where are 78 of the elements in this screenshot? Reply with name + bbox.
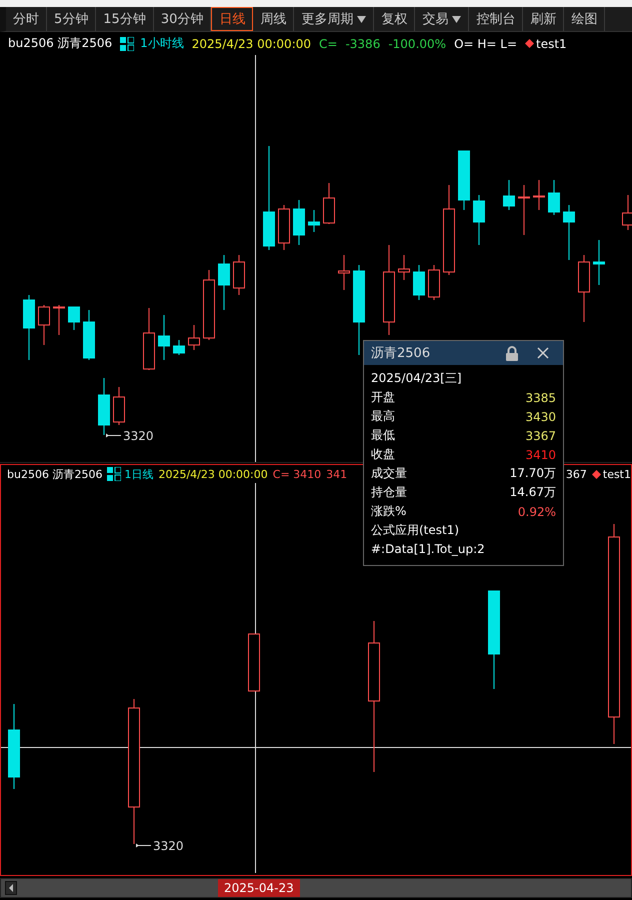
period-label: 1小时线 [140,35,184,52]
field-label: 最高 [371,408,395,425]
candlestick [563,204,575,260]
field-label: 最低 [371,427,395,444]
popup-title: 沥青2506 [371,345,432,362]
candlestick [518,184,530,236]
candlestick [278,204,290,250]
datetime-label: 2025/4/23 00:00:00 [158,468,268,480]
candlestick [98,378,110,436]
field-value: 3385 [525,390,556,404]
field-label: 成交量 [371,465,407,482]
symbol-label: bu2506 沥青2506 [8,35,112,52]
field-value: 3410 [525,448,556,462]
symbol-label: bu2506 沥青2506 [7,466,102,482]
price-label: 3320 [153,839,184,853]
field-value: 17.70万 [510,465,556,482]
candlestick [413,264,425,300]
close-icon[interactable] [537,347,549,359]
leader-line [106,434,122,438]
grid-icon[interactable] [107,467,122,481]
candlestick [68,306,80,330]
candlestick [293,200,305,246]
candlestick [83,310,95,360]
lock-icon[interactable] [505,346,519,360]
close-label: C= [319,36,338,50]
field-value: 0.92% [518,504,556,518]
formula-text: 公式应用(test1) [371,522,460,539]
candlestick [113,386,125,426]
field-value: 3430 [525,410,556,424]
indicator-label: test1 [536,36,567,50]
change-value: 341 [326,468,348,480]
field-value: 3367 [525,428,556,442]
candlestick [53,304,65,336]
candlestick [323,182,335,224]
candlestick [548,180,560,216]
candlestick [158,314,170,360]
field-value: 14.67万 [510,484,556,501]
field-label: 收盘 [371,446,395,463]
candlestick [503,180,515,210]
candlestick [308,210,320,232]
indicator-label: test1 [602,468,631,480]
grid-icon[interactable] [120,36,134,50]
candlestick [143,308,155,370]
candlestick [473,194,485,246]
scrollbar[interactable]: 2025-04-23 [0,878,632,898]
close-value: C= 3410 [272,468,322,480]
field-label: 持仓量 [371,484,407,501]
period-tab[interactable]: 日线 [211,7,254,31]
datetime-label: 2025/4/23 00:00:00 [192,36,312,50]
period-label: 1日线 [124,466,154,482]
candlestick [398,254,410,280]
date-text: 2025/04/23[三] [371,370,463,387]
leader-line [136,844,152,848]
price-label: 3320 [123,429,154,443]
diamond-icon [525,39,534,48]
candlestick [203,270,215,340]
field-label: 开盘 [371,389,395,406]
low-value: 367 [566,468,587,480]
field-label: 涨跌% [371,503,406,520]
date-label: 2025-04-23 [218,879,300,897]
candlestick [338,254,350,290]
candlestick [248,634,260,692]
ohl-label: O= H= L= [454,36,518,50]
close-value: -3386 [345,36,380,50]
candlestick [188,324,200,350]
formula-text: #:Data[1].Tot_up:2 [371,541,486,558]
candlestick [218,254,230,310]
candlestick [593,240,605,286]
candlestick [233,254,245,296]
candlestick [458,150,470,210]
diamond-icon [592,470,601,478]
change-value: -100.00% [388,36,446,50]
candlestick [428,264,440,300]
candlestick [533,180,545,210]
candlestick [38,304,50,346]
candlestick [578,254,590,322]
candlestick [173,340,185,356]
candlestick [23,294,35,360]
